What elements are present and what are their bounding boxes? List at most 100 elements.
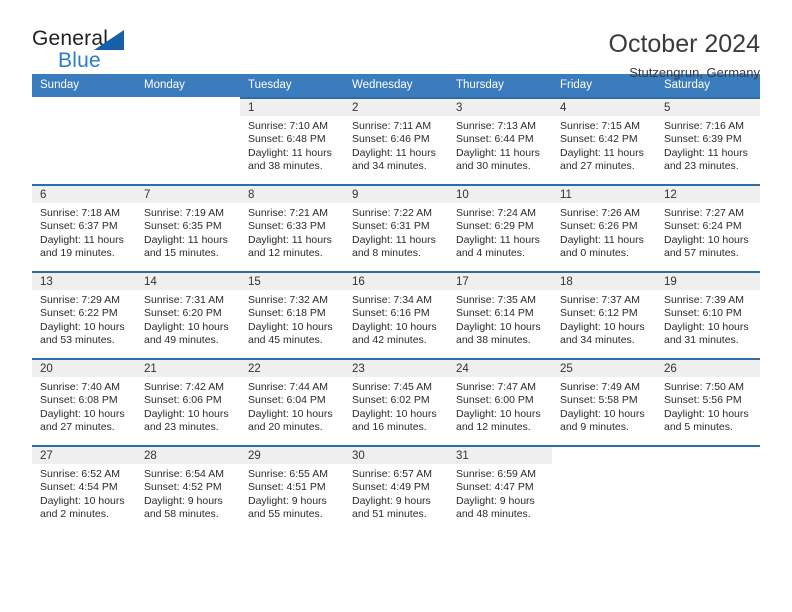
sunrise-text: Sunrise: 7:22 AM — [352, 207, 432, 219]
day-number: 10 — [448, 186, 552, 203]
calendar-cell[interactable]: 17 Sunrise: 7:35 AM Sunset: 6:14 PM Dayligh… — [448, 271, 552, 358]
calendar-cell[interactable]: 15 Sunrise: 7:32 AM Sunset: 6:18 PM Dayligh… — [240, 271, 344, 358]
day-number: 20 — [32, 360, 136, 377]
day-details: Sunrise: 6:54 AM Sunset: 4:52 PM Daylight:… — [136, 464, 240, 522]
calendar-week-row: 6 Sunrise: 7:18 AM Sunset: 6:37 PM Daylight… — [32, 184, 760, 271]
day-details: Sunrise: 7:22 AM Sunset: 6:31 PM Daylight:… — [344, 203, 448, 261]
day-details: Sunrise: 6:59 AM Sunset: 4:47 PM Daylight:… — [448, 464, 552, 522]
day-number: 15 — [240, 273, 344, 290]
calendar-cell[interactable]: 13 Sunrise: 7:29 AM Sunset: 6:22 PM Dayligh… — [32, 271, 136, 358]
calendar-cell[interactable]: 10 Sunrise: 7:24 AM Sunset: 6:29 PM Dayligh… — [448, 184, 552, 271]
calendar-cell-empty — [552, 445, 656, 532]
triangle-icon — [94, 30, 124, 50]
calendar-day: 13 Sunrise: 7:29 AM Sunset: 6:22 PM Dayligh… — [32, 271, 136, 358]
calendar-cell[interactable]: 19 Sunrise: 7:39 AM Sunset: 6:10 PM Dayligh… — [656, 271, 760, 358]
day-number: 18 — [552, 273, 656, 290]
general-blue-logo[interactable]: General Blue — [32, 28, 152, 74]
calendar-cell[interactable]: 11 Sunrise: 7:26 AM Sunset: 6:26 PM Dayligh… — [552, 184, 656, 271]
calendar-cell[interactable]: 22 Sunrise: 7:44 AM Sunset: 6:04 PM Dayligh… — [240, 358, 344, 445]
calendar-day: 2 Sunrise: 7:11 AM Sunset: 6:46 PM Daylight… — [344, 97, 448, 184]
calendar-cell[interactable]: 26 Sunrise: 7:50 AM Sunset: 5:56 PM Dayligh… — [656, 358, 760, 445]
daylight-text: Daylight: 10 hours and 34 minutes. — [560, 320, 645, 347]
calendar-day: 16 Sunrise: 7:34 AM Sunset: 6:16 PM Dayligh… — [344, 271, 448, 358]
day-details: Sunrise: 7:26 AM Sunset: 6:26 PM Daylight:… — [552, 203, 656, 261]
calendar-cell[interactable]: 25 Sunrise: 7:49 AM Sunset: 5:58 PM Dayligh… — [552, 358, 656, 445]
calendar-cell[interactable]: 16 Sunrise: 7:34 AM Sunset: 6:16 PM Dayligh… — [344, 271, 448, 358]
calendar-cell[interactable]: 27 Sunrise: 6:52 AM Sunset: 4:54 PM Dayligh… — [32, 445, 136, 532]
sunset-text: Sunset: 6:04 PM — [248, 394, 326, 407]
calendar-cell[interactable]: 12 Sunrise: 7:27 AM Sunset: 6:24 PM Dayligh… — [656, 184, 760, 271]
weekday-header-sunday: Sunday — [32, 74, 136, 97]
calendar-day: 11 Sunrise: 7:26 AM Sunset: 6:26 PM Dayligh… — [552, 184, 656, 271]
calendar-day: 7 Sunrise: 7:19 AM Sunset: 6:35 PM Daylight… — [136, 184, 240, 271]
calendar-day: 20 Sunrise: 7:40 AM Sunset: 6:08 PM Dayligh… — [32, 358, 136, 445]
calendar-cell[interactable]: 8 Sunrise: 7:21 AM Sunset: 6:33 PM Daylight… — [240, 184, 344, 271]
calendar-cell[interactable]: 5 Sunrise: 7:16 AM Sunset: 6:39 PM Daylight… — [656, 97, 760, 184]
calendar-day: 9 Sunrise: 7:22 AM Sunset: 6:31 PM Daylight… — [344, 184, 448, 271]
calendar-cell[interactable]: 31 Sunrise: 6:59 AM Sunset: 4:47 PM Dayligh… — [448, 445, 552, 532]
calendar-cell[interactable]: 24 Sunrise: 7:47 AM Sunset: 6:00 PM Dayligh… — [448, 358, 552, 445]
calendar-cell[interactable]: 23 Sunrise: 7:45 AM Sunset: 6:02 PM Dayligh… — [344, 358, 448, 445]
day-details: Sunrise: 7:19 AM Sunset: 6:35 PM Daylight:… — [136, 203, 240, 261]
sunset-text: Sunset: 6:16 PM — [352, 307, 430, 320]
day-number: 22 — [240, 360, 344, 377]
daylight-text: Daylight: 11 hours and 12 minutes. — [248, 233, 332, 260]
calendar-cell[interactable]: 21 Sunrise: 7:42 AM Sunset: 6:06 PM Dayligh… — [136, 358, 240, 445]
day-number: 7 — [136, 186, 240, 203]
calendar-day: 4 Sunrise: 7:15 AM Sunset: 6:42 PM Daylight… — [552, 97, 656, 184]
sunrise-text: Sunrise: 6:52 AM — [40, 468, 120, 480]
day-details: Sunrise: 7:42 AM Sunset: 6:06 PM Daylight:… — [136, 377, 240, 435]
calendar-day: 28 Sunrise: 6:54 AM Sunset: 4:52 PM Dayligh… — [136, 445, 240, 532]
sunrise-sunset-calendar: Sunday Monday Tuesday Wednesday Thursday… — [32, 74, 760, 532]
sunset-text: Sunset: 6:24 PM — [664, 220, 742, 233]
sunset-text: Sunset: 4:52 PM — [144, 481, 222, 494]
calendar-cell-empty — [32, 97, 136, 184]
calendar-body: 1 Sunrise: 7:10 AM Sunset: 6:48 PM Daylight… — [32, 97, 760, 532]
calendar-cell[interactable]: 1 Sunrise: 7:10 AM Sunset: 6:48 PM Daylight… — [240, 97, 344, 184]
day-number: 31 — [448, 447, 552, 464]
sunset-text: Sunset: 6:10 PM — [664, 307, 742, 320]
day-number: 9 — [344, 186, 448, 203]
day-number: 1 — [240, 99, 344, 116]
daylight-text: Daylight: 11 hours and 23 minutes. — [664, 146, 748, 173]
sunrise-text: Sunrise: 7:10 AM — [248, 120, 328, 132]
sunset-text: Sunset: 6:35 PM — [144, 220, 222, 233]
sunset-text: Sunset: 6:12 PM — [560, 307, 638, 320]
daylight-text: Daylight: 10 hours and 23 minutes. — [144, 407, 229, 434]
calendar-cell[interactable]: 30 Sunrise: 6:57 AM Sunset: 4:49 PM Dayligh… — [344, 445, 448, 532]
calendar-cell[interactable]: 28 Sunrise: 6:54 AM Sunset: 4:52 PM Dayligh… — [136, 445, 240, 532]
day-number: 21 — [136, 360, 240, 377]
day-details: Sunrise: 7:13 AM Sunset: 6:44 PM Daylight:… — [448, 116, 552, 174]
weekday-header-wednesday: Wednesday — [344, 74, 448, 97]
calendar-cell[interactable]: 4 Sunrise: 7:15 AM Sunset: 6:42 PM Daylight… — [552, 97, 656, 184]
calendar-cell[interactable]: 2 Sunrise: 7:11 AM Sunset: 6:46 PM Daylight… — [344, 97, 448, 184]
day-number — [552, 447, 656, 464]
calendar-cell[interactable]: 18 Sunrise: 7:37 AM Sunset: 6:12 PM Dayligh… — [552, 271, 656, 358]
day-details: Sunrise: 7:10 AM Sunset: 6:48 PM Daylight:… — [240, 116, 344, 174]
sunset-text: Sunset: 6:31 PM — [352, 220, 430, 233]
calendar-cell[interactable]: 9 Sunrise: 7:22 AM Sunset: 6:31 PM Daylight… — [344, 184, 448, 271]
calendar-cell[interactable]: 14 Sunrise: 7:31 AM Sunset: 6:20 PM Dayligh… — [136, 271, 240, 358]
calendar-cell[interactable]: 7 Sunrise: 7:19 AM Sunset: 6:35 PM Daylight… — [136, 184, 240, 271]
day-details: Sunrise: 6:52 AM Sunset: 4:54 PM Daylight:… — [32, 464, 136, 522]
daylight-text: Daylight: 9 hours and 55 minutes. — [248, 494, 327, 521]
calendar-cell[interactable]: 20 Sunrise: 7:40 AM Sunset: 6:08 PM Dayligh… — [32, 358, 136, 445]
title-block: October 2024 Stutzengrun, Germany — [609, 28, 761, 80]
sunset-text: Sunset: 6:08 PM — [40, 394, 118, 407]
daylight-text: Daylight: 10 hours and 38 minutes. — [456, 320, 541, 347]
day-number: 23 — [344, 360, 448, 377]
calendar-cell[interactable]: 29 Sunrise: 6:55 AM Sunset: 4:51 PM Dayligh… — [240, 445, 344, 532]
sunset-text: Sunset: 6:02 PM — [352, 394, 430, 407]
logo-text-general: General — [32, 27, 109, 50]
calendar-cell[interactable]: 6 Sunrise: 7:18 AM Sunset: 6:37 PM Daylight… — [32, 184, 136, 271]
sunset-text: Sunset: 6:48 PM — [248, 133, 326, 146]
weekday-header-thursday: Thursday — [448, 74, 552, 97]
day-number: 14 — [136, 273, 240, 290]
day-number: 8 — [240, 186, 344, 203]
calendar-cell-empty — [136, 97, 240, 184]
day-number — [136, 97, 240, 114]
calendar-cell[interactable]: 3 Sunrise: 7:13 AM Sunset: 6:44 PM Daylight… — [448, 97, 552, 184]
day-details: Sunrise: 7:21 AM Sunset: 6:33 PM Daylight:… — [240, 203, 344, 261]
sunrise-text: Sunrise: 7:24 AM — [456, 207, 536, 219]
daylight-text: Daylight: 11 hours and 27 minutes. — [560, 146, 644, 173]
